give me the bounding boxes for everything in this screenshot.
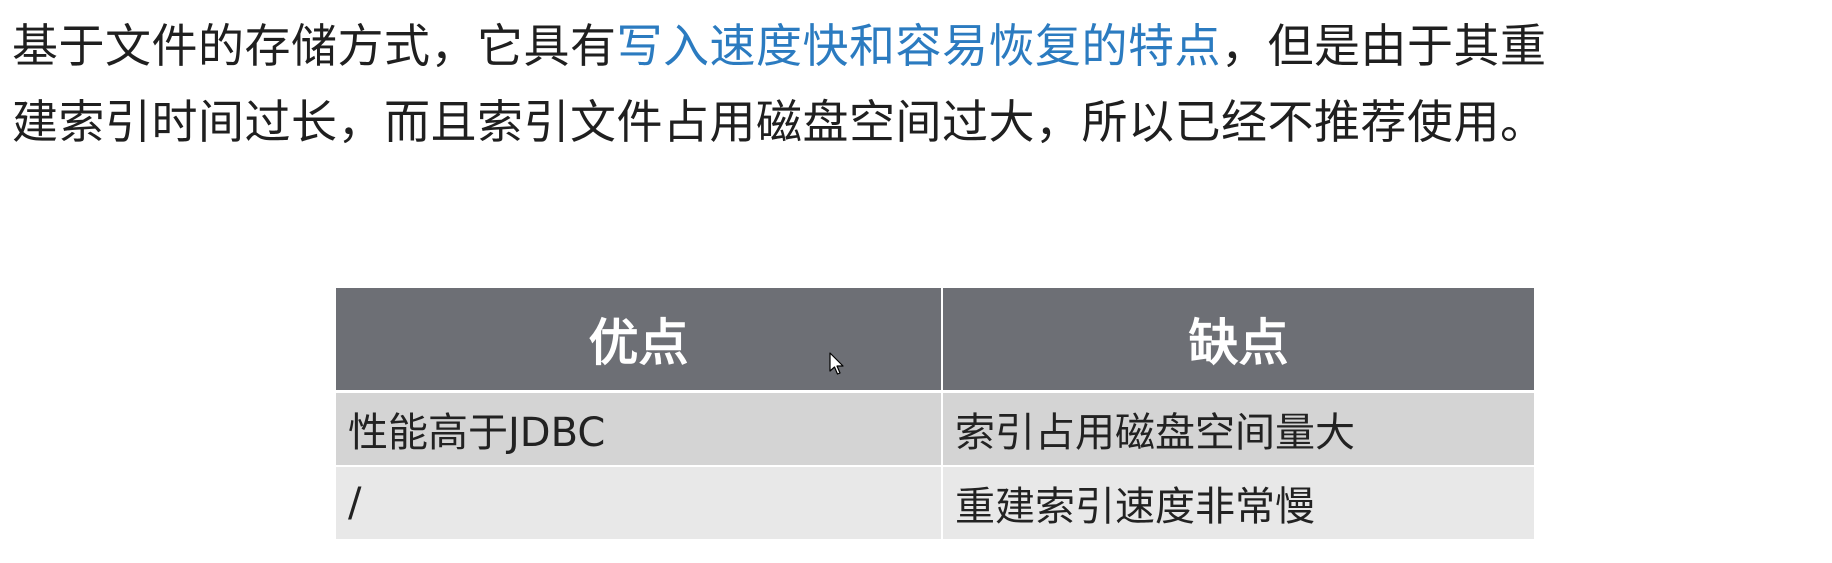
table-cell-pro: 性能高于JDBC [336, 391, 943, 467]
paragraph-text-continued: ，但是由于其重 [1221, 19, 1547, 73]
table-header-row: 优点 缺点 [336, 288, 1534, 393]
paragraph-text-start: 基于文件的存储方式，它具有 [12, 19, 617, 73]
header-cons: 缺点 [942, 288, 1534, 393]
table-row: 性能高于JDBC 索引占用磁盘空间量大 [336, 391, 1534, 467]
table-cell-con: 索引占用磁盘空间量大 [942, 391, 1534, 467]
highlighted-advantage-text: 写入速度快和容易恢复的特点 [616, 19, 1221, 73]
table-cell-pro: / [336, 466, 943, 541]
pros-cons-table: 优点 缺点 性能高于JDBC 索引占用磁盘空间量大 / 重建索引速度非常慢 [336, 288, 1534, 541]
table-row: / 重建索引速度非常慢 [336, 466, 1534, 541]
paragraph-line-2: 建索引时间过长，而且索引文件占用磁盘空间过大，所以已经不推荐使用。 [12, 95, 1547, 149]
paragraph-line-1: 基于文件的存储方式，它具有写入速度快和容易恢复的特点，但是由于其重 [12, 8, 1827, 84]
header-pros: 优点 [336, 288, 943, 393]
description-paragraph: 基于文件的存储方式，它具有写入速度快和容易恢复的特点，但是由于其重 建索引时间过… [12, 8, 1827, 160]
table-cell-con: 重建索引速度非常慢 [942, 466, 1534, 541]
mouse-pointer-icon [829, 352, 844, 375]
